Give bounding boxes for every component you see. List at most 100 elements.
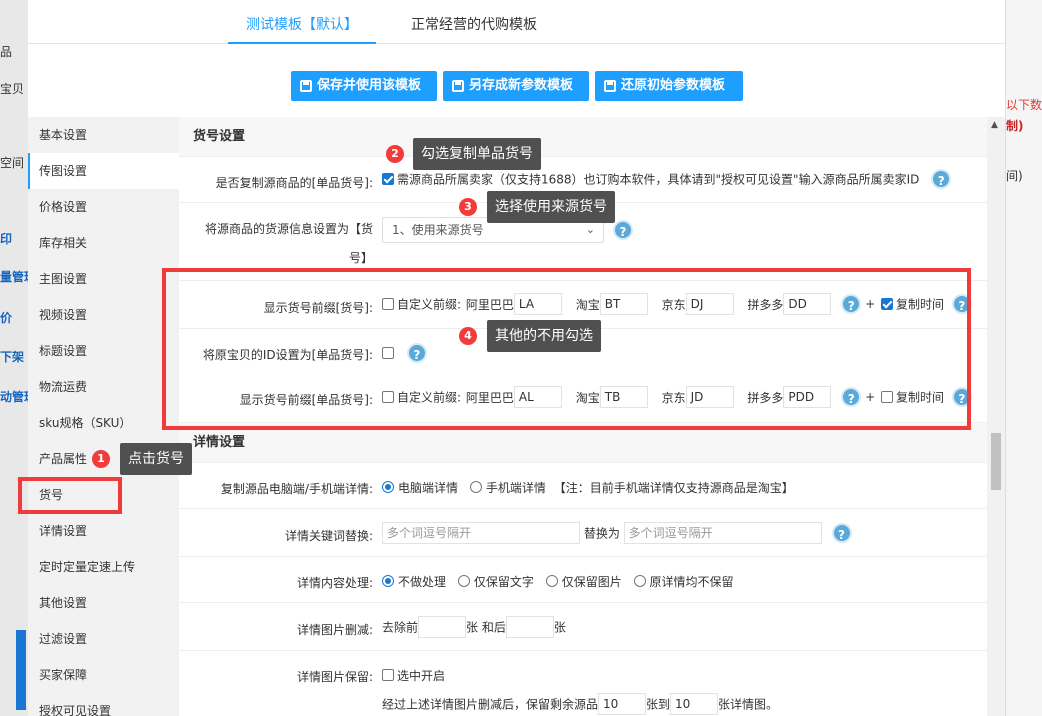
copy-sku-number-checkbox[interactable] [382, 172, 394, 185]
menu-item-other[interactable]: 其他设置 [28, 585, 179, 621]
section-title-item-number: 货号设置 [179, 117, 987, 157]
keep-text-2: 张到 [646, 697, 671, 712]
menu-item-basic[interactable]: 基本设置 [28, 117, 179, 153]
tab-normal-template[interactable]: 正常经营的代购模板 [393, 8, 555, 44]
image-only-label: 仅保留图片 [561, 575, 622, 589]
pc-detail-radio[interactable] [382, 481, 394, 493]
detail-source-note: 【注：目前手机端详情仅支持源商品是淘宝】 [553, 481, 794, 495]
menu-item-main-image[interactable]: 主图设置 [28, 261, 179, 297]
save-icon [604, 80, 616, 92]
scroll-up-icon[interactable]: ▲ [991, 120, 998, 130]
keep-enable-label: 选中开启 [397, 669, 446, 683]
menu-item-image-upload[interactable]: 传图设置 [28, 153, 179, 189]
keyword-replace-input[interactable]: 多个词逗号隔开 [623, 522, 822, 544]
keep-from-input[interactable]: 10 [598, 693, 647, 715]
menu-item-price[interactable]: 价格设置 [28, 189, 179, 225]
detail-content-row: 详情内容处理: 不做处理 仅保留文字 仅保留图片 原详情均不保留 [179, 557, 987, 603]
template-tabs: 测试模板【默认】 正常经营的代购模板 [28, 8, 1005, 44]
bg-fragment: 以下数 [1006, 98, 1042, 112]
remove-back-input[interactable] [505, 616, 554, 638]
text-only-label: 仅保留文字 [473, 575, 534, 589]
bg-stripe [16, 630, 26, 710]
menu-item-filter[interactable]: 过滤设置 [28, 621, 179, 657]
bg-fragment: 间) [1006, 169, 1023, 183]
no-process-radio[interactable] [382, 575, 394, 587]
menu-item-sku[interactable]: sku规格（SKU） [28, 405, 179, 441]
save-as-new-button[interactable]: 另存成新参数模板 [443, 71, 589, 101]
keyword-find-input[interactable]: 多个词逗号隔开 [382, 522, 580, 544]
save-icon [452, 80, 464, 92]
content-scrollbar[interactable]: ▲ [987, 117, 1005, 716]
restore-defaults-button[interactable]: 还原初始参数模板 [595, 71, 743, 101]
detail-source-row: 复制源品电脑端/手机端详情: 电脑端详情 手机端详情 【注：目前手机端详情仅支持… [179, 463, 987, 509]
help-icon[interactable]: ? [931, 169, 952, 189]
bg-fragment: 品 [0, 45, 13, 59]
help-icon[interactable]: ? [613, 220, 633, 240]
scrollbar-thumb[interactable] [991, 433, 1001, 490]
keep-none-radio[interactable] [633, 575, 646, 587]
detail-content-label: 详情内容处理: [296, 576, 373, 590]
annotation-tip-2: 勾选复制单品货号 [413, 138, 541, 170]
text-only-radio[interactable] [457, 575, 470, 587]
bg-fragment: 下架 [0, 350, 25, 364]
bg-fragment: 制) [1006, 119, 1024, 133]
background-right-panel: 以下数 制) 间) [1005, 0, 1042, 716]
keep-none-label: 原详情均不保留 [649, 575, 734, 589]
bg-fragment: 印 [0, 232, 13, 246]
bg-fragment: 价 [0, 311, 13, 325]
save-icon [300, 80, 312, 92]
menu-item-video[interactable]: 视频设置 [28, 297, 179, 333]
source-info-label-cont: 号】 [348, 251, 373, 265]
pc-detail-label: 电脑端详情 [398, 481, 459, 495]
annotation-tip-1: 点击货号 [120, 443, 192, 475]
annotation-badge-3: 3 [459, 198, 477, 216]
replace-with-label: 替换为 [583, 526, 620, 541]
detail-image-trim-label: 详情图片删减: [296, 623, 373, 637]
source-info-select-value: 1、使用来源货号 [392, 223, 484, 237]
bg-fragment: 宝贝 [0, 82, 25, 96]
keep-enable-checkbox[interactable] [382, 669, 394, 681]
tab-test-template[interactable]: 测试模板【默认】 [228, 8, 376, 44]
copy-sku-number-label: 是否复制源商品的[单品货号]: [215, 176, 373, 190]
detail-image-trim-row: 详情图片删减: 去除前 张 和后 张 [179, 603, 987, 651]
remove-front-label: 去除前 [382, 620, 419, 635]
settings-menu: 基本设置 传图设置 价格设置 库存相关 主图设置 视频设置 标题设置 物流运费 … [28, 117, 179, 716]
background-left-panel: 品 宝贝 空间 印 量管理 价 下架 动管理 [0, 0, 36, 716]
mobile-detail-radio[interactable] [469, 481, 482, 493]
zhang-label: 张 [553, 620, 566, 635]
menu-item-stock[interactable]: 库存相关 [28, 225, 179, 261]
annotation-tip-3: 选择使用来源货号 [487, 191, 615, 223]
remove-front-input[interactable] [418, 616, 467, 638]
help-icon[interactable]: ? [831, 523, 852, 543]
detail-keyword-label: 详情关键词替换: [284, 529, 373, 543]
detail-image-keep-row: 详情图片保留: 选中开启 经过上述详情图片删减后，保留剩余源品 10 张到 10 张详情… [179, 651, 987, 716]
detail-source-label: 复制源品电脑端/手机端详情: [220, 482, 373, 496]
detail-keyword-row: 详情关键词替换: 多个词逗号隔开 替换为 多个词逗号隔开 ? [179, 509, 987, 557]
and-back-label: 张 和后 [466, 620, 506, 635]
menu-item-authorization[interactable]: 授权可见设置 [28, 693, 179, 716]
save-as-new-label: 另存成新参数模板 [469, 78, 574, 93]
image-only-radio[interactable] [545, 575, 558, 587]
copy-sku-number-hint: 需源商品所属卖家（仅支持1688）也订购本软件，具体请到"授权可见设置"输入源商… [397, 172, 920, 187]
detail-image-keep-label: 详情图片保留: [296, 670, 373, 684]
bg-fragment: 空间 [0, 156, 25, 170]
annotation-badge-2: 2 [386, 145, 404, 163]
annotation-menu-highlight [18, 477, 122, 514]
annotation-tip-4: 其他的不用勾选 [487, 320, 601, 352]
mobile-detail-label: 手机端详情 [485, 481, 546, 495]
menu-item-shipping[interactable]: 物流运费 [28, 369, 179, 405]
keep-to-input[interactable]: 10 [670, 693, 719, 715]
save-and-use-label: 保存并使用该模板 [317, 78, 422, 93]
keep-text-3: 张详情图。 [718, 697, 779, 712]
menu-item-scheduled-upload[interactable]: 定时定量定速上传 [28, 549, 179, 585]
menu-item-buyer-protection[interactable]: 买家保障 [28, 657, 179, 693]
no-process-label: 不做处理 [398, 575, 447, 589]
menu-item-title[interactable]: 标题设置 [28, 333, 179, 369]
keep-text-1: 经过上述详情图片删减后，保留剩余源品 [382, 697, 599, 712]
save-and-use-button[interactable]: 保存并使用该模板 [291, 71, 437, 101]
source-info-label: 将源商品的货源信息设置为【货 [204, 222, 373, 236]
annotation-badge-4: 4 [459, 327, 477, 345]
menu-item-detail[interactable]: 详情设置 [28, 513, 179, 549]
annotation-badge-1: 1 [92, 450, 110, 468]
restore-defaults-label: 还原初始参数模板 [621, 78, 726, 93]
